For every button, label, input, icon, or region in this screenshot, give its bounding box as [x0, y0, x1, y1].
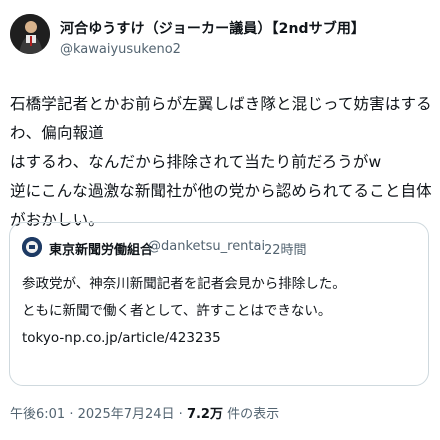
post-date[interactable]: 2025年7月24日 — [78, 407, 175, 422]
post-time[interactable]: 午後6:01 — [10, 407, 65, 422]
quoted-post-time[interactable]: 22時間 — [264, 239, 307, 258]
post-meta: 午後6:01 · 2025年7月24日 · 7.2万 件の表示 — [10, 403, 279, 422]
quoted-author-name[interactable]: 東京新聞労働組合 — [49, 239, 153, 258]
quoted-post[interactable]: 東京新聞労働組合 @danketsu_rentai · 22時間 参政党が、神奈… — [9, 222, 429, 386]
quoted-post-text: 参政党が、神奈川新聞記者を記者会見から排除した。 ともに新聞で働く者として、許す… — [22, 276, 346, 346]
views-label: 件の表示 — [227, 407, 280, 422]
post-text: 石橋学記者とかお前らが左翼しばき隊と混じって妨害はするわ、偏向報道 はするわ、な… — [10, 95, 432, 229]
quoted-author-handle[interactable]: @danketsu_rentai — [148, 239, 265, 254]
meta-separator-2: · — [178, 407, 183, 422]
quoted-author-avatar[interactable] — [22, 237, 42, 257]
author-display-name[interactable]: 河合ゆうすけ（ジョーカー議員）【2ndサブ用】 — [60, 18, 365, 38]
post-header: 河合ゆうすけ（ジョーカー議員）【2ndサブ用】 @kawaiyusukeno2 — [8, 12, 432, 64]
meta-separator: · — [69, 407, 74, 422]
quoted-separator: · — [254, 239, 259, 254]
views-count: 7.2万 — [186, 407, 223, 422]
author-avatar[interactable] — [10, 14, 50, 54]
author-handle[interactable]: @kawaiyusukeno2 — [60, 42, 181, 57]
